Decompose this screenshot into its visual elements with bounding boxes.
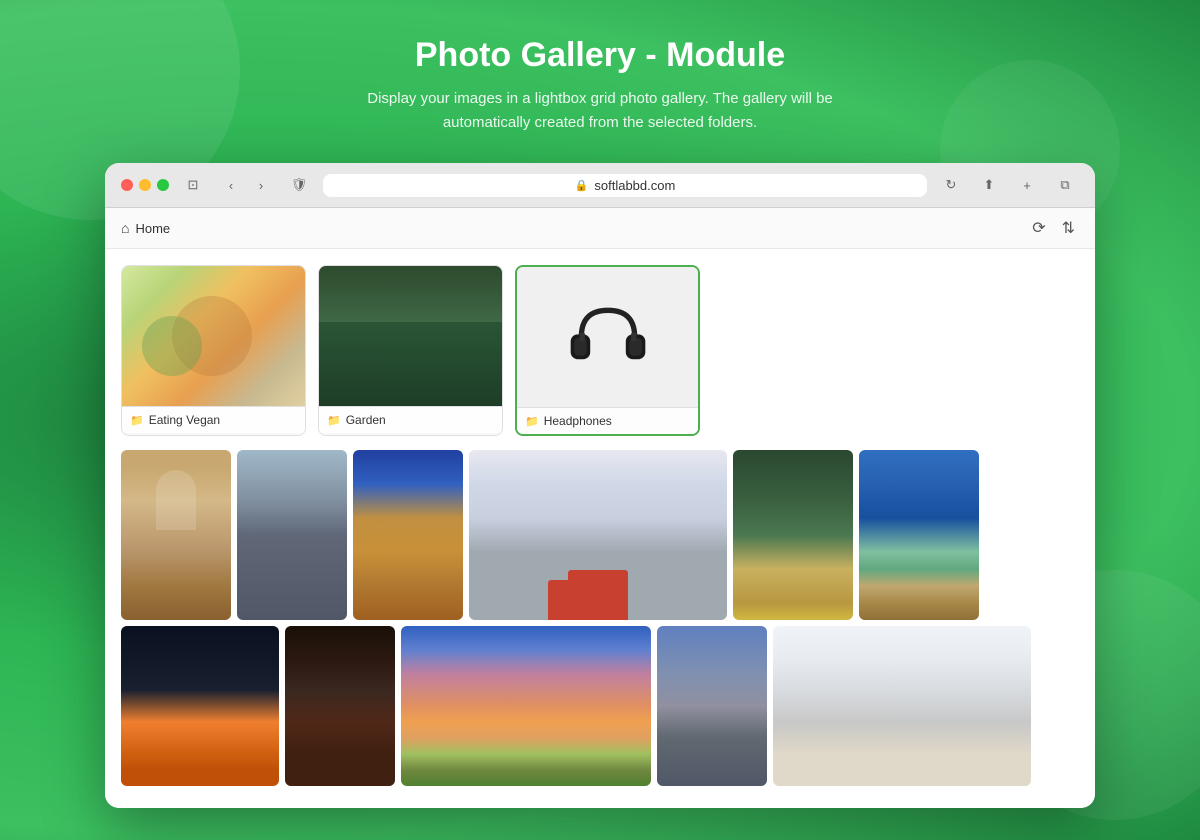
photo-snow[interactable] <box>469 450 727 620</box>
refresh-gallery-button[interactable]: ⟳ <box>1028 216 1049 240</box>
photo-sunset[interactable] <box>401 626 651 786</box>
share-button[interactable]: ⬆ <box>975 173 1003 197</box>
minimize-button[interactable] <box>139 179 151 191</box>
folder-icon: 📁 <box>130 414 144 427</box>
browser-content: ⌂ Home ⟳ ⇅ 📁 Eating Vegan <box>105 208 1095 808</box>
toolbar-actions: ⟳ ⇅ <box>1028 216 1079 240</box>
folder-garden[interactable]: 📁 Garden <box>318 265 503 436</box>
photo-row-1 <box>121 450 1079 620</box>
folder-label-garden: 📁 Garden <box>319 406 502 433</box>
breadcrumb: ⌂ Home <box>121 220 170 236</box>
tabs-overview-button[interactable]: ⧉ <box>1051 173 1079 197</box>
photo-person[interactable] <box>733 450 853 620</box>
photo-row-2 <box>121 626 1079 786</box>
sort-button[interactable]: ⇅ <box>1058 216 1079 240</box>
shield-button[interactable]: 🛡 <box>285 173 313 197</box>
photo-building[interactable] <box>353 450 463 620</box>
folder-preview-garden <box>319 266 502 406</box>
header: Photo Gallery - Module Display your imag… <box>0 0 1200 163</box>
folder-preview-food <box>122 266 305 406</box>
photo-shop[interactable] <box>285 626 395 786</box>
folder-name-headphones: Headphones <box>544 414 612 428</box>
headphones-image <box>517 267 698 407</box>
folder-label-eating: 📁 Eating Vegan <box>122 406 305 433</box>
close-button[interactable] <box>121 179 133 191</box>
photo-mountain[interactable] <box>657 626 767 786</box>
back-button[interactable]: ‹ <box>217 173 245 197</box>
nav-buttons: ‹ › <box>217 173 275 197</box>
browser-chrome: ⊡ ‹ › 🛡 🔒 softlabbd.com ↻ ⬆ + ⧉ <box>105 163 1095 208</box>
folder-label-headphones: 📁 Headphones <box>517 407 698 434</box>
headphones-icon <box>563 297 653 377</box>
folder-headphones[interactable]: 📁 Headphones <box>515 265 700 436</box>
breadcrumb-home: Home <box>135 221 170 236</box>
folder-name-eating: Eating Vegan <box>149 413 220 427</box>
browser-window: ⊡ ‹ › 🛡 🔒 softlabbd.com ↻ ⬆ + ⧉ ⌂ Home ⟳… <box>105 163 1095 808</box>
folder-eating-vegan[interactable]: 📁 Eating Vegan <box>121 265 306 436</box>
address-bar[interactable]: 🔒 softlabbd.com <box>323 174 927 197</box>
url-text: softlabbd.com <box>594 178 675 193</box>
maximize-button[interactable] <box>157 179 169 191</box>
folder-icon: 📁 <box>525 415 539 428</box>
photo-office[interactable] <box>773 626 1031 786</box>
gallery-area: 📁 Eating Vegan 📁 Garden <box>105 249 1095 808</box>
photo-winter[interactable] <box>237 450 347 620</box>
garden-image <box>319 266 502 406</box>
photo-city-night[interactable] <box>121 626 279 786</box>
folder-name-garden: Garden <box>346 413 386 427</box>
file-toolbar: ⌂ Home ⟳ ⇅ <box>105 208 1095 249</box>
forward-button[interactable]: › <box>247 173 275 197</box>
photo-arch[interactable] <box>121 450 231 620</box>
new-tab-button[interactable]: + <box>1013 173 1041 197</box>
lock-icon: 🔒 <box>575 179 589 192</box>
photo-coast[interactable] <box>859 450 979 620</box>
sidebar-toggle-button[interactable]: ⊡ <box>179 173 207 197</box>
folder-icon: 📁 <box>327 414 341 427</box>
page-subtitle: Display your images in a lightbox grid p… <box>340 87 860 135</box>
folder-preview-headphones <box>517 267 698 407</box>
home-icon: ⌂ <box>121 220 129 236</box>
traffic-lights <box>121 179 169 191</box>
page-title: Photo Gallery - Module <box>0 36 1200 75</box>
refresh-button[interactable]: ↻ <box>937 173 965 197</box>
food-image <box>122 266 305 406</box>
folder-row: 📁 Eating Vegan 📁 Garden <box>121 265 1079 436</box>
